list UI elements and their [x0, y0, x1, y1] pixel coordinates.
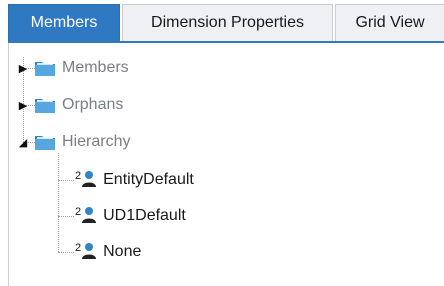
folder-icon	[35, 62, 55, 76]
tab-members[interactable]: Members	[8, 4, 120, 41]
folder-icon	[35, 99, 55, 113]
tree-connector	[58, 180, 74, 181]
tree-node-label: None	[103, 243, 142, 260]
folder-icon	[35, 136, 55, 150]
member-icon: 2	[75, 170, 97, 190]
tree-node-entitydefault[interactable]: 2 EntityDefault	[75, 167, 194, 193]
tree-node-label: Members	[62, 59, 129, 76]
user-icon	[82, 207, 97, 223]
tree-connector	[58, 252, 74, 253]
tab-strip: Members Dimension Properties Grid View	[0, 0, 444, 44]
member-tree-panel: ▶ Members ▶ Orphans ◢ Hierarchy 2 Entity…	[8, 43, 444, 286]
tab-dimension-properties[interactable]: Dimension Properties	[122, 4, 333, 41]
tree-node-label: EntityDefault	[103, 171, 194, 188]
tree-node-members[interactable]: ▶ Members	[16, 55, 129, 81]
expand-arrow-icon[interactable]: ▶	[16, 98, 30, 112]
member-icon: 2	[75, 242, 97, 262]
tree-node-ud1default[interactable]: 2 UD1Default	[75, 203, 186, 229]
tree-node-label: Hierarchy	[62, 133, 131, 150]
tree-connector	[58, 216, 74, 217]
member-editor-window: Members Dimension Properties Grid View ▶…	[0, 0, 444, 286]
tree-node-label: UD1Default	[103, 207, 186, 224]
member-icon: 2	[75, 206, 97, 226]
expand-arrow-icon[interactable]: ▶	[16, 61, 30, 75]
tree-node-hierarchy[interactable]: ◢ Hierarchy	[16, 129, 130, 155]
tab-grid-view[interactable]: Grid View	[335, 4, 444, 41]
tree-connector	[58, 153, 59, 252]
collapse-arrow-icon[interactable]: ◢	[16, 135, 30, 149]
tree-node-label: Orphans	[62, 96, 124, 113]
tree-node-none[interactable]: 2 None	[75, 239, 141, 265]
user-icon	[82, 171, 97, 187]
tree-node-orphans[interactable]: ▶ Orphans	[16, 92, 123, 118]
user-icon	[82, 243, 97, 259]
